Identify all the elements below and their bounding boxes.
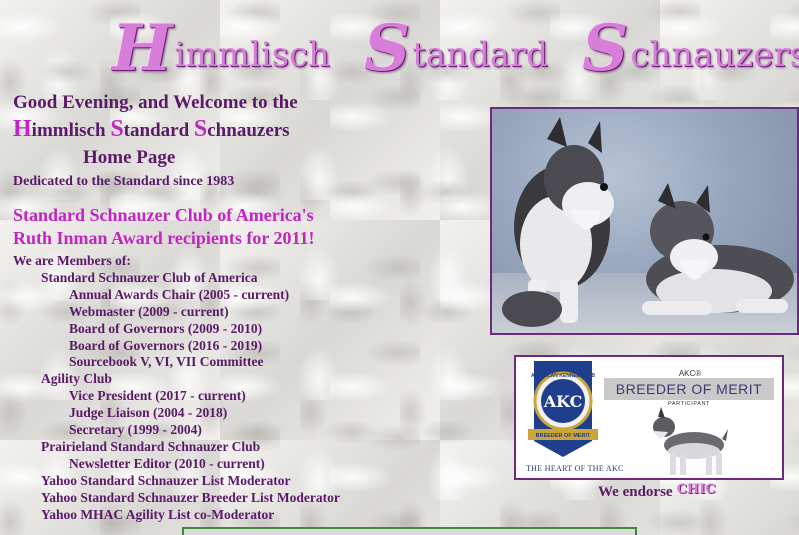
ribbon-banner-text: BREEDER OF MERIT bbox=[536, 433, 591, 439]
award-announcement[interactable]: Standard Schnauzer Club of America's Rut… bbox=[13, 204, 373, 250]
schnauzer-sitting bbox=[502, 117, 614, 327]
welcome-kennel-name: Himmlisch Standard Schnauzers bbox=[13, 115, 353, 145]
banner-word-rest: chnauzers bbox=[630, 35, 799, 75]
award-line: Ruth Inman Award recipients for 2011! bbox=[13, 228, 315, 248]
membership-org: Yahoo MHAC Agility List co-Moderator bbox=[41, 506, 275, 522]
kennel-word: tandard bbox=[123, 120, 194, 141]
chic-endorsement[interactable]: We endorse CHIC bbox=[598, 482, 716, 501]
schnauzer-lying bbox=[642, 183, 794, 315]
welcome-greeting: Good Evening, and Welcome to the bbox=[13, 92, 298, 113]
merit-tagline: THE HEART OF THE AKC bbox=[526, 464, 624, 473]
merit-akc-label: AKC® bbox=[678, 369, 702, 378]
banner-initial: H bbox=[112, 11, 173, 86]
kennel-initial: S bbox=[193, 116, 208, 142]
welcome-block: Good Evening, and Welcome to the Himmlis… bbox=[13, 91, 353, 191]
endorse-label: We endorse bbox=[598, 484, 673, 500]
banner-word-standard: S tandard bbox=[364, 17, 548, 81]
membership-org: Prairieland Standard Schnauzer Club bbox=[41, 438, 261, 454]
membership-role: Vice President (2017 - current) bbox=[69, 388, 246, 404]
membership-role: Newsletter Editor (2010 - current) bbox=[69, 455, 265, 471]
welcome-home-page: Home Page bbox=[83, 147, 176, 168]
memberships-heading: We are Members of: bbox=[13, 253, 131, 268]
ribbon-ring-text: AMERICAN KENNEL CLUB bbox=[531, 373, 595, 379]
membership-role: Secretary (1999 - 2004) bbox=[69, 422, 202, 438]
membership-role: Webmaster (2009 - current) bbox=[69, 303, 229, 319]
dedication-text: Dedicated to the Standard since 1983 bbox=[13, 174, 235, 189]
award-line: Standard Schnauzer Club of America's bbox=[13, 205, 314, 225]
chic-logo-icon: CHIC bbox=[676, 482, 716, 497]
merit-title: BREEDER OF MERIT bbox=[615, 381, 763, 397]
kennel-initial: H bbox=[13, 116, 32, 142]
membership-org: Agility Club bbox=[41, 371, 112, 387]
membership-role: Board of Governors (2009 - 2010) bbox=[69, 320, 263, 336]
schnauzer-silhouette-icon bbox=[653, 407, 728, 475]
banner-word-himmlisch: H immlisch bbox=[112, 17, 330, 81]
banner-word-schnauzers: S chnauzers bbox=[582, 17, 799, 81]
membership-role: Judge Liaison (2004 - 2018) bbox=[69, 405, 228, 421]
akc-breeder-of-merit-badge[interactable]: AKC AMERICAN KENNEL CLUB BREEDER OF MERI… bbox=[514, 355, 784, 480]
akc-ribbon-icon: AKC AMERICAN KENNEL CLUB BREEDER OF MERI… bbox=[528, 361, 598, 457]
memberships-list: We are Members of: Standard Schnauzer Cl… bbox=[13, 253, 433, 524]
schnauzer-photo bbox=[490, 107, 799, 335]
schnauzer-pair-image bbox=[502, 117, 794, 327]
banner-initial: S bbox=[582, 11, 629, 86]
membership-role: Board of Governors (2016 - 2019) bbox=[69, 337, 263, 353]
banner-word-rest: immlisch bbox=[174, 35, 330, 75]
ribbon-center-text: AKC bbox=[543, 392, 583, 411]
kennel-word: immlisch bbox=[31, 120, 111, 141]
membership-role: Annual Awards Chair (2005 - current) bbox=[69, 286, 290, 302]
kennel-initial: S bbox=[110, 116, 124, 142]
banner-initial: S bbox=[363, 11, 411, 86]
site-banner: H immlisch S tandard S chnauzers bbox=[112, 10, 799, 88]
membership-org: Standard Schnauzer Club of America bbox=[41, 269, 258, 285]
bottom-image-frame bbox=[182, 527, 637, 535]
membership-org: Yahoo Standard Schnauzer Breeder List Mo… bbox=[41, 489, 340, 505]
banner-word-rest: tandard bbox=[412, 35, 549, 75]
membership-org: Yahoo Standard Schnauzer List Moderator bbox=[41, 472, 291, 488]
membership-role: Sourcebook V, VI, VII Committee bbox=[69, 354, 264, 370]
kennel-word: chnauzers bbox=[207, 120, 290, 141]
